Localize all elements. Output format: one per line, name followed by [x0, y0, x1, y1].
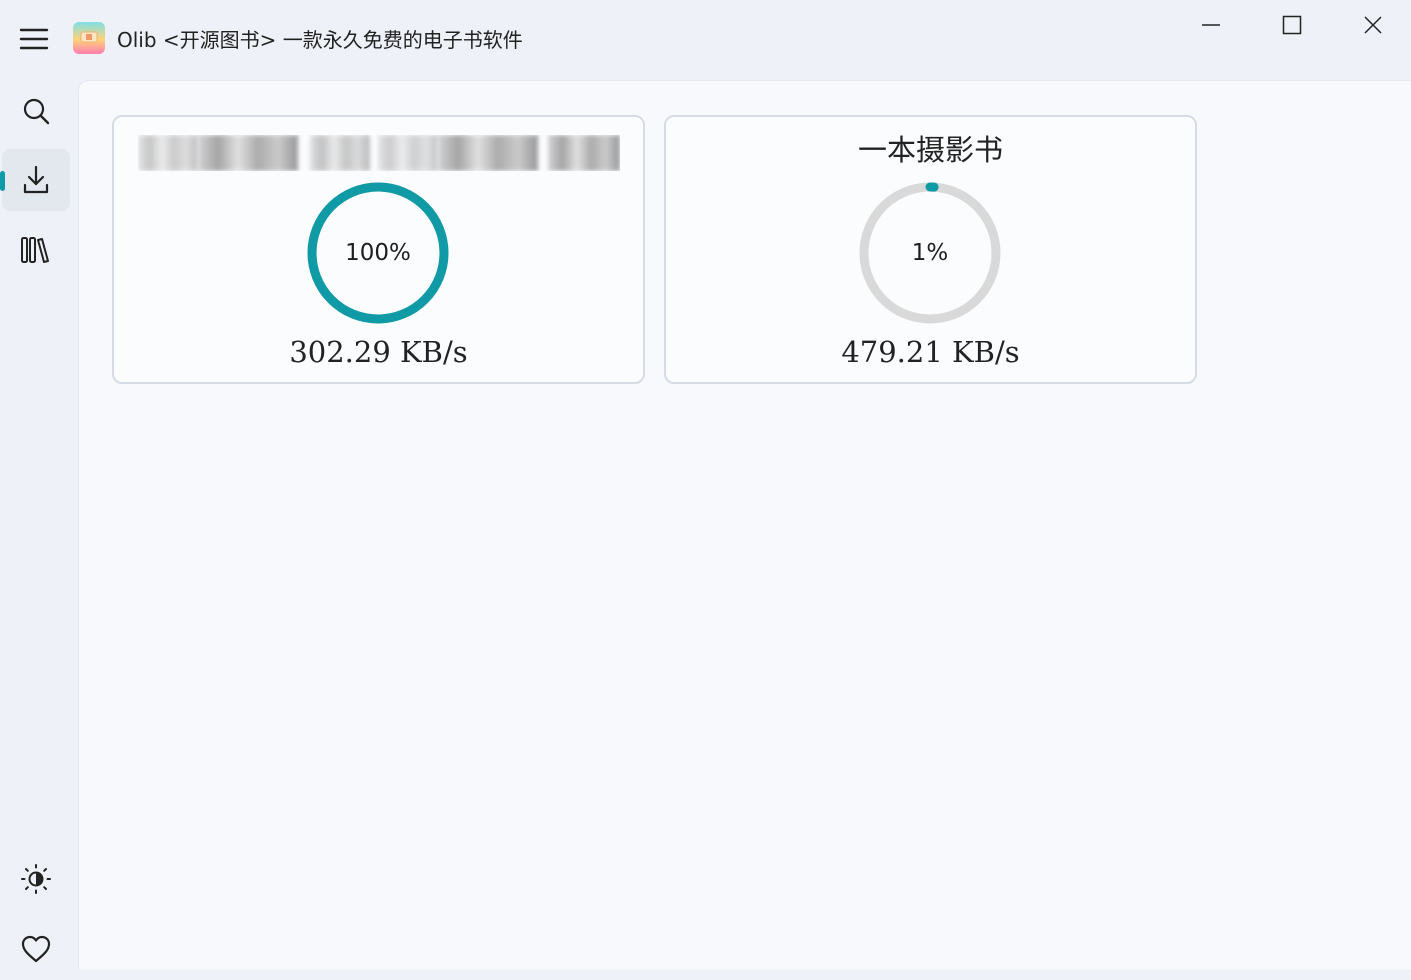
hamburger-menu-button[interactable]	[14, 20, 54, 58]
window-title: Olib <开源图书> 一款永久免费的电子书软件	[117, 28, 523, 52]
maximize-icon	[1282, 15, 1302, 35]
download-speed: 302.29 KB/s	[289, 335, 468, 369]
progress-percent: 100%	[345, 240, 411, 266]
sidebar-item-downloads[interactable]	[0, 149, 70, 211]
sidebar-item-theme[interactable]	[2, 848, 70, 910]
minimize-button[interactable]	[1171, 0, 1251, 50]
book-title: 一本摄影书	[857, 133, 1003, 167]
progress-ring: 1%	[856, 179, 1004, 327]
sidebar-item-search[interactable]	[2, 80, 70, 142]
minimize-icon	[1202, 24, 1220, 26]
download-icon	[23, 165, 49, 194]
sidebar-item-library[interactable]	[2, 219, 70, 281]
app-logo-icon	[73, 22, 105, 54]
download-card[interactable]: 一本摄影书 1% 479.21 KB/s	[664, 115, 1197, 384]
redacted-book-title	[138, 135, 620, 171]
close-button[interactable]	[1333, 0, 1411, 50]
download-card[interactable]: 100% 302.29 KB/s	[112, 115, 645, 384]
theme-toggle-icon	[21, 864, 51, 894]
progress-ring: 100%	[304, 179, 452, 327]
download-speed: 479.21 KB/s	[841, 335, 1020, 369]
active-indicator	[0, 171, 5, 191]
hamburger-icon	[19, 28, 49, 50]
search-icon	[23, 98, 50, 125]
close-icon	[1364, 16, 1382, 34]
progress-percent: 1%	[911, 240, 949, 266]
downloads-panel: 100% 302.29 KB/s 一本摄影书 1% 479.21 KB/s	[78, 80, 1411, 970]
library-icon	[21, 237, 49, 263]
maximize-button[interactable]	[1252, 0, 1332, 50]
sidebar	[0, 80, 76, 970]
sidebar-item-favorites[interactable]	[2, 918, 70, 980]
title-bar: Olib <开源图书> 一款永久免费的电子书软件	[0, 0, 1411, 80]
heart-icon	[21, 935, 51, 963]
